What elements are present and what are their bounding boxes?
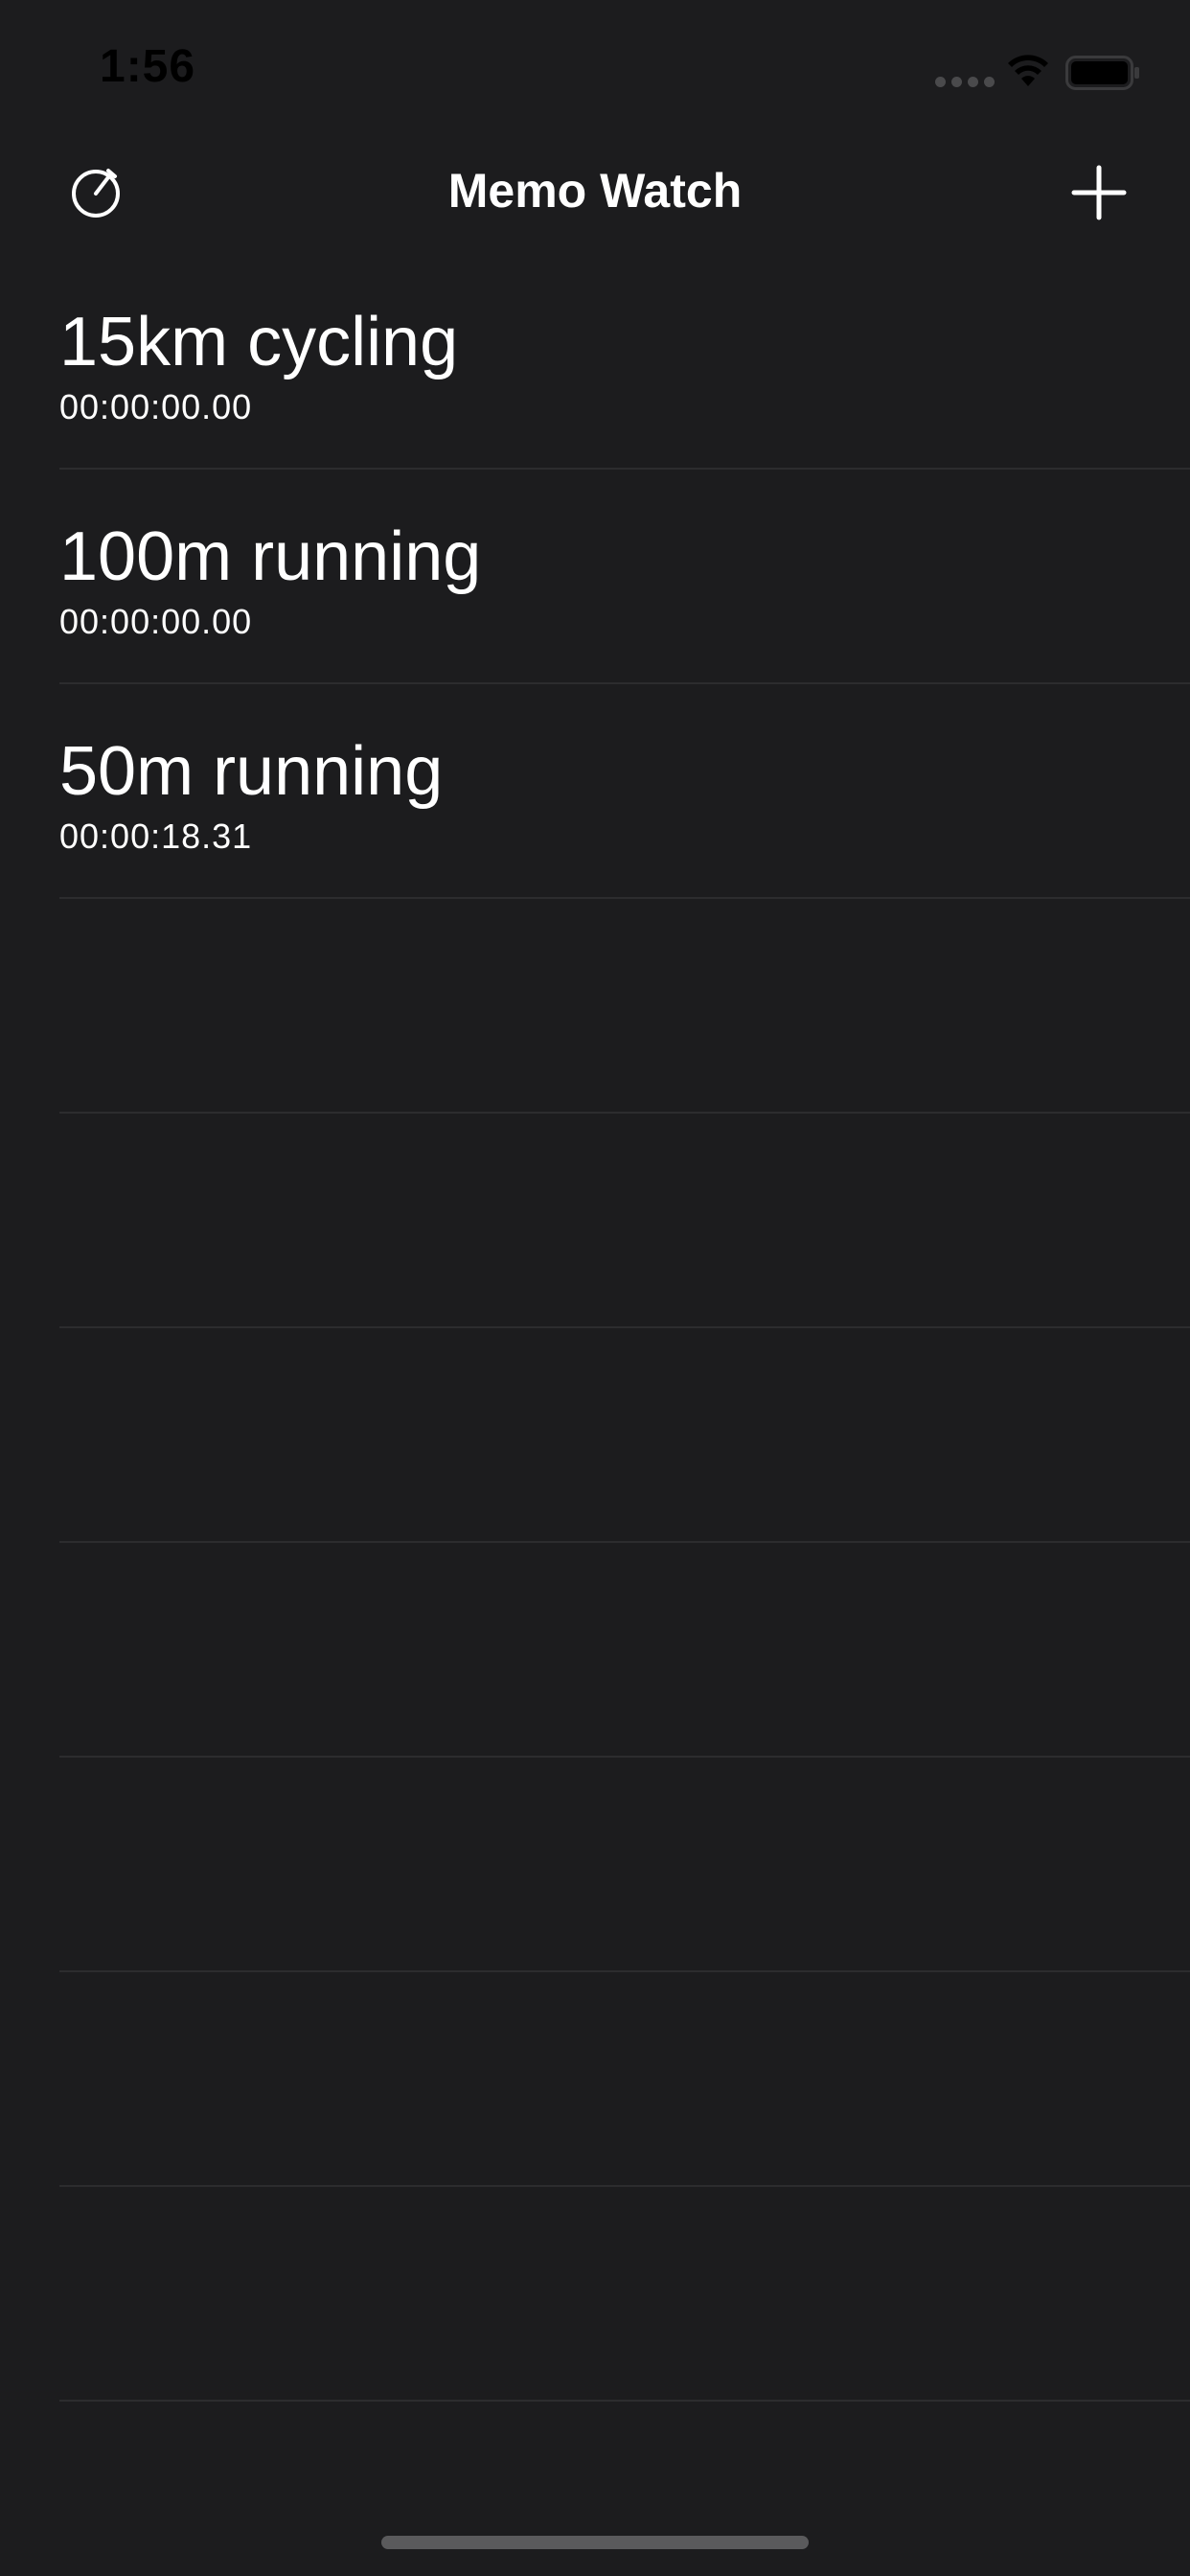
list-item[interactable]: 15km cycling 00:00:00.00 bbox=[0, 255, 1190, 470]
empty-row bbox=[0, 1328, 1190, 1543]
memo-time: 00:00:18.31 bbox=[59, 816, 253, 856]
memo-list: 15km cycling 00:00:00.00 100m running 00… bbox=[0, 255, 1190, 2402]
empty-row bbox=[0, 2187, 1190, 2402]
status-bar: 1:56 bbox=[0, 0, 1190, 144]
memo-title: 15km cycling bbox=[59, 304, 459, 380]
memo-title: 50m running bbox=[59, 733, 444, 810]
empty-row bbox=[0, 1972, 1190, 2187]
home-indicator[interactable] bbox=[381, 2536, 809, 2549]
list-item[interactable]: 100m running 00:00:00.00 bbox=[0, 470, 1190, 684]
wifi-icon bbox=[1008, 55, 1048, 86]
memo-time: 00:00:00.00 bbox=[59, 602, 253, 641]
status-time: 1:56 bbox=[100, 41, 196, 92]
empty-row bbox=[0, 1114, 1190, 1328]
signal-icon bbox=[935, 77, 995, 88]
empty-row bbox=[0, 1758, 1190, 1972]
battery-icon bbox=[1065, 56, 1139, 90]
row-separator bbox=[59, 2400, 1190, 2402]
page-title: Memo Watch bbox=[447, 164, 743, 218]
list-item[interactable]: 50m running 00:00:18.31 bbox=[0, 684, 1190, 899]
empty-row bbox=[0, 899, 1190, 1114]
plus-icon[interactable] bbox=[1071, 165, 1127, 220]
memo-time: 00:00:00.00 bbox=[59, 387, 253, 426]
empty-row bbox=[0, 1543, 1190, 1758]
navigation-bar: Memo Watch bbox=[0, 144, 1190, 236]
memo-title: 100m running bbox=[59, 518, 482, 595]
